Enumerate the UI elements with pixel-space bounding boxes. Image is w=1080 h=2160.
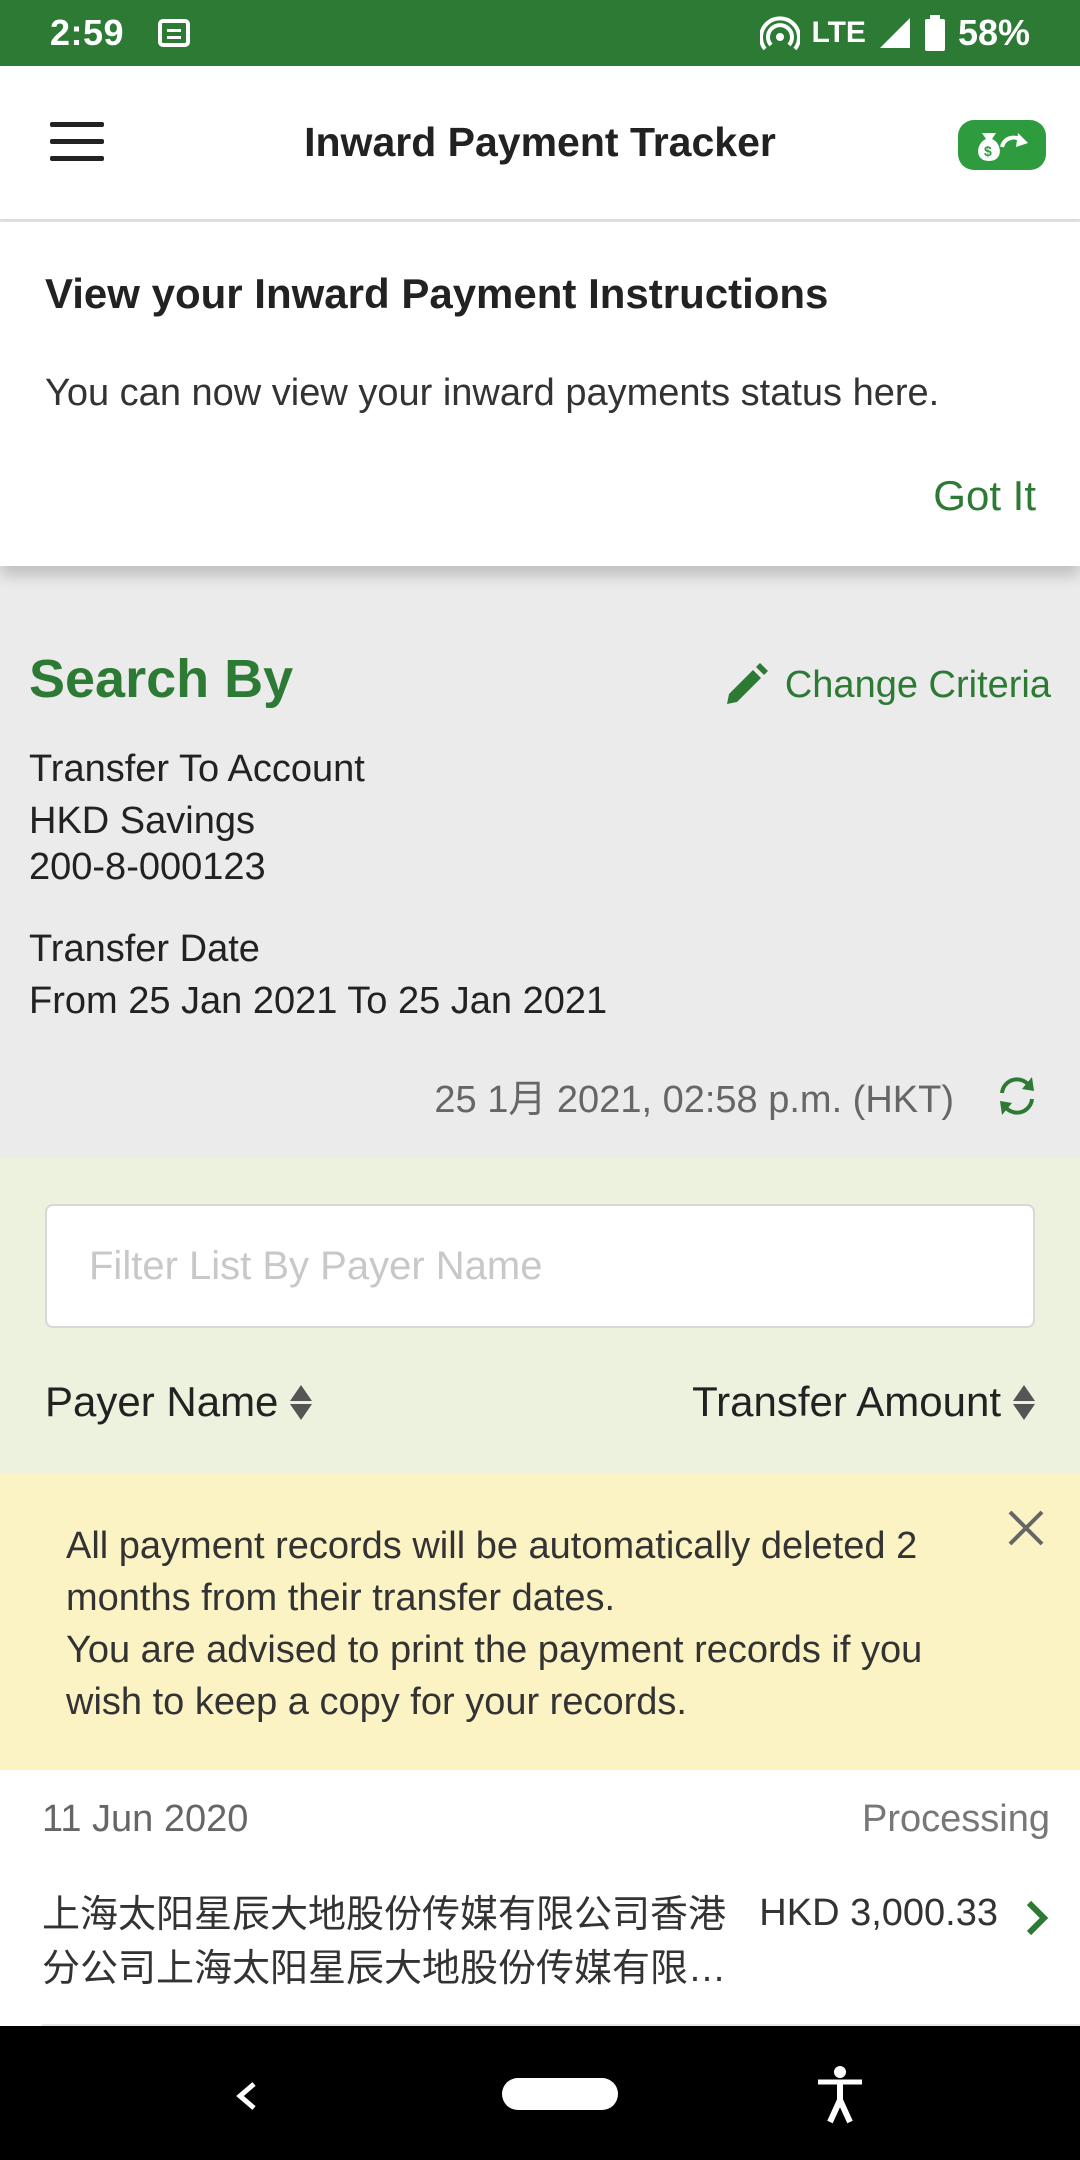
home-button[interactable]: [502, 2078, 618, 2110]
change-criteria-label: Change Criteria: [784, 663, 1051, 706]
message-notification-icon: [158, 19, 191, 47]
search-by-heading: Search By: [29, 649, 294, 709]
status-icons: LTE 58%: [759, 12, 1030, 54]
chevron-right-icon: [1026, 1900, 1049, 1936]
system-nav-bar: [0, 2026, 1080, 2160]
money-transfer-button[interactable]: $: [958, 120, 1046, 170]
transfer-amount-header: Transfer Amount: [692, 1378, 1001, 1425]
notice-line-1: All payment records will be automaticall…: [66, 1525, 918, 1619]
search-criteria-section: Search By Change Criteria Transfer To Ac…: [0, 612, 1080, 1158]
last-updated-timestamp: 25 1月 2021, 02:58 p.m. (HKT): [434, 1079, 954, 1121]
record-status: Processing: [862, 1798, 1050, 1840]
accessibility-icon[interactable]: [812, 2064, 868, 2124]
menu-icon[interactable]: [50, 122, 104, 162]
refresh-icon[interactable]: [994, 1073, 1040, 1119]
account-label: Transfer To Account: [29, 748, 365, 790]
date-range: From 25 Jan 2021 To 25 Jan 2021: [29, 980, 608, 1022]
intro-text: You can now view your inward payments st…: [45, 372, 940, 414]
filter-section: Payer Name Transfer Amount: [0, 1158, 1080, 1474]
notice-line-2: You are advised to print the payment rec…: [66, 1629, 923, 1723]
account-number: 200-8-000123: [29, 846, 266, 888]
svg-text:$: $: [984, 143, 992, 159]
record-payer-name: 上海太阳星辰大地股份传媒有限公司香港分公司上海太阳星辰大地股份传媒有限公司: [42, 1894, 727, 1990]
status-bar: 2:59 LTE 58%: [0, 0, 1080, 66]
timestamp-row: 25 1月 2021, 02:58 p.m. (HKT): [434, 1068, 1040, 1123]
payer-name-filter-input[interactable]: [45, 1204, 1035, 1328]
sort-icon: [1013, 1384, 1035, 1420]
change-criteria-button[interactable]: Change Criteria: [723, 662, 1051, 708]
sort-transfer-amount[interactable]: Transfer Amount: [692, 1378, 1035, 1426]
hotspot-icon: [759, 16, 800, 51]
account-name: HKD Savings: [29, 800, 255, 842]
battery-icon: [924, 15, 945, 51]
sort-icon: [290, 1384, 313, 1420]
app-header: Inward Payment Tracker $: [0, 66, 1080, 220]
page-title: Inward Payment Tracker: [304, 119, 776, 165]
record-date: 11 Jun 2020: [42, 1798, 249, 1840]
intro-title: View your Inward Payment Instructions: [45, 270, 829, 317]
notice-text: All payment records will be automaticall…: [66, 1520, 966, 1728]
signal-icon: [879, 18, 910, 48]
payment-record-row[interactable]: 11 Jun 2020 Processing 上海太阳星辰大地股份传媒有限公司香…: [0, 1770, 1080, 2030]
network-type: LTE: [811, 16, 866, 49]
got-it-button[interactable]: Got It: [933, 472, 1036, 520]
battery-percent: 58%: [957, 12, 1030, 53]
record-amount: HKD 3,000.33: [759, 1892, 998, 1934]
sort-payer-name[interactable]: Payer Name: [45, 1378, 313, 1426]
money-bag-arrow-icon: $: [978, 133, 1028, 161]
back-icon[interactable]: [218, 2066, 278, 2126]
deletion-notice: All payment records will be automaticall…: [0, 1474, 1080, 1770]
intro-card: View your Inward Payment Instructions Yo…: [0, 222, 1080, 566]
close-icon[interactable]: [998, 1500, 1054, 1556]
status-time: 2:59: [50, 12, 125, 53]
pencil-icon: [726, 663, 768, 704]
date-label: Transfer Date: [29, 928, 260, 970]
payer-name-header: Payer Name: [45, 1378, 279, 1425]
